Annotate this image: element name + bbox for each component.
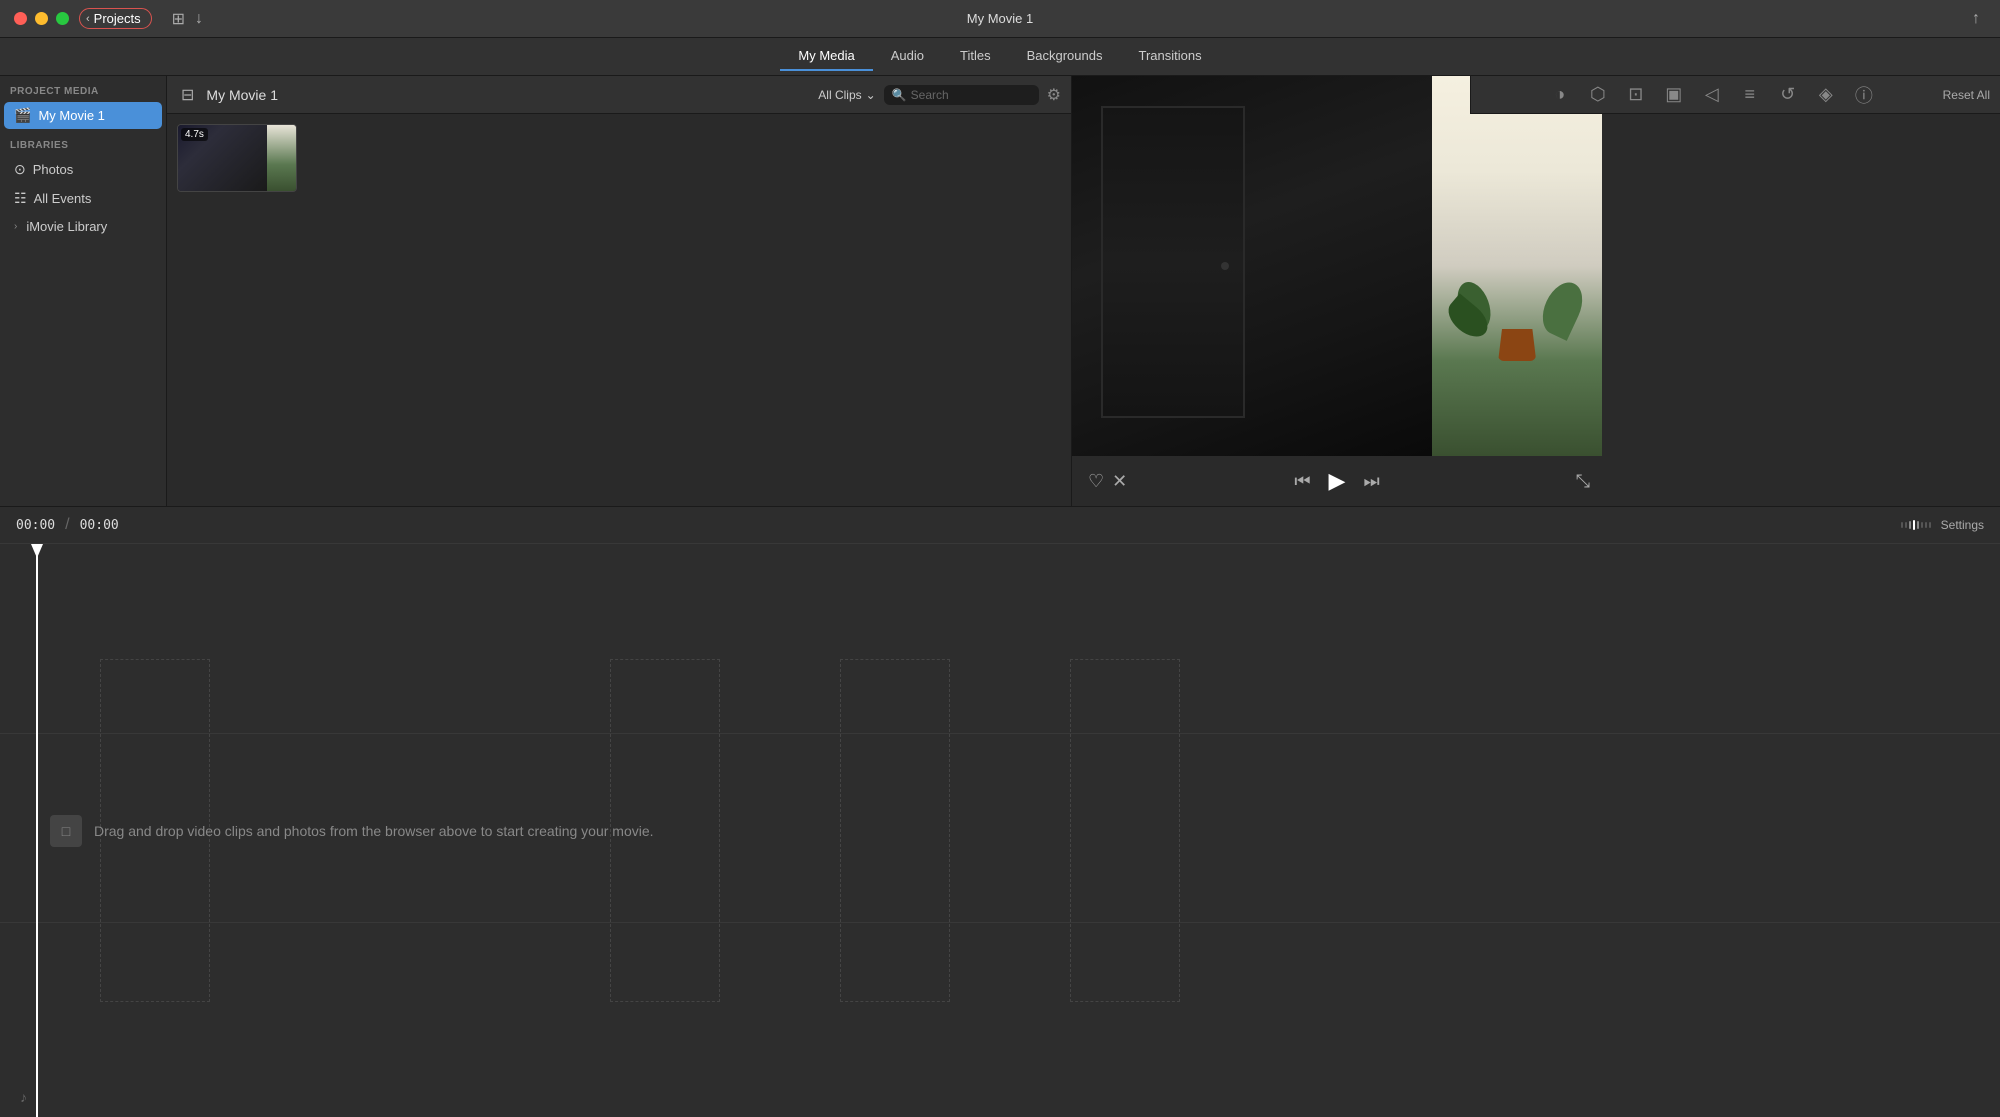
title-bar: ‹ Projects ⊞ ↓ My Movie 1 ↑ — [0, 0, 2000, 38]
sidebar-item-label: iMovie Library — [26, 219, 107, 234]
tab-audio[interactable]: Audio — [873, 42, 942, 71]
project-media-label: PROJECT MEDIA — [0, 76, 166, 101]
reset-all-button[interactable]: Reset All — [1943, 88, 1990, 102]
edit-tools-bar: ◑ ⬡ ⊡ ▣ ◁ ≡ ↺ ◈ ⓘ Reset All — [1470, 76, 2000, 114]
maximize-button[interactable] — [56, 12, 69, 25]
events-icon: ☷ — [14, 190, 27, 207]
scene-dark-left — [1072, 76, 1432, 456]
preview-panel: ♡ ✕ ⏮ ▶ ⏭ ⤡ — [1072, 76, 1602, 506]
equalizer-icon[interactable]: ≡ — [1738, 84, 1762, 105]
leaf-2 — [1535, 276, 1590, 341]
timecode-current: 00:00 — [16, 518, 55, 533]
favorite-icon[interactable]: ♡ — [1088, 471, 1104, 492]
fullscreen-icon[interactable]: ⤡ — [1576, 471, 1590, 492]
volume-icon[interactable]: ◁ — [1700, 84, 1724, 105]
sidebar-item-label: Photos — [33, 162, 73, 177]
timecode-separator: / — [65, 516, 69, 534]
playback-buttons: ⏮ ▶ ⏭ — [1294, 468, 1379, 494]
tab-transitions[interactable]: Transitions — [1120, 42, 1219, 71]
chevron-right-icon: › — [14, 221, 17, 232]
nav-bar: My Media Audio Titles Backgrounds Transi… — [0, 38, 2000, 76]
sidebar-item-my-movie[interactable]: 🎬 My Movie 1 — [4, 102, 162, 129]
sidebar-item-imovie-library[interactable]: › iMovie Library — [4, 214, 162, 239]
plant-pot — [1498, 329, 1536, 361]
layout-icon[interactable]: ⊞ — [172, 9, 185, 29]
scene-right — [1432, 76, 1602, 456]
drop-icon: □ — [50, 815, 82, 847]
photos-icon: ⊙ — [14, 161, 26, 178]
scene-background — [1072, 76, 1602, 456]
tab-my-media[interactable]: My Media — [780, 42, 872, 71]
door-knob — [1221, 262, 1229, 270]
window-controls — [0, 12, 69, 25]
window-title: My Movie 1 — [967, 11, 1033, 26]
color-balance-icon[interactable]: ◑ — [1548, 84, 1572, 105]
film-icon: 🎬 — [14, 107, 31, 124]
projects-button[interactable]: ‹ Projects — [79, 8, 152, 29]
skip-back-icon[interactable]: ⏮ — [1294, 471, 1310, 492]
sidebar-item-label: My Movie 1 — [38, 108, 104, 123]
timeline-playhead — [36, 544, 38, 1117]
upper-section: PROJECT MEDIA 🎬 My Movie 1 LIBRARIES ⊙ P… — [0, 76, 2000, 506]
audio-note-icon: ♪ — [20, 1089, 27, 1105]
speed-icon[interactable]: ↺ — [1776, 84, 1800, 105]
search-input[interactable] — [911, 88, 1031, 102]
playback-controls: ♡ ✕ ⏮ ▶ ⏭ ⤡ — [1072, 456, 1602, 506]
settings-gear-icon[interactable]: ⚙ — [1047, 85, 1061, 105]
sidebar-item-photos[interactable]: ⊙ Photos — [4, 156, 162, 183]
libraries-label: LIBRARIES — [0, 130, 166, 155]
browser-toolbar: ⊟ My Movie 1 All Clips ⌄ 🔍 ⚙ — [167, 76, 1071, 114]
title-bar-icons: ⊞ ↓ — [172, 9, 203, 29]
browser-title: My Movie 1 — [206, 87, 810, 103]
search-box: 🔍 — [884, 85, 1039, 105]
color-correction-icon[interactable]: ⬡ — [1586, 84, 1610, 105]
timeline-content: □ Drag and drop video clips and photos f… — [0, 544, 2000, 1117]
chevron-left-icon: ‹ — [86, 13, 90, 25]
info-icon[interactable]: ⓘ — [1852, 82, 1876, 108]
video-clip-1[interactable]: 4.7s — [177, 124, 297, 192]
tab-titles[interactable]: Titles — [942, 42, 1009, 71]
browser-content: 4.7s — [167, 114, 1071, 506]
crop-icon[interactable]: ⊡ — [1624, 84, 1648, 105]
preview-video — [1072, 76, 1602, 456]
zoom-slider[interactable] — [1901, 520, 1931, 530]
arrow-down-icon[interactable]: ↓ — [195, 10, 203, 28]
close-button[interactable] — [14, 12, 27, 25]
sidebar-item-all-events[interactable]: ☷ All Events — [4, 185, 162, 212]
plant — [1449, 171, 1585, 361]
settings-button[interactable]: Settings — [1941, 518, 1984, 532]
minimize-button[interactable] — [35, 12, 48, 25]
all-clips-select[interactable]: All Clips ⌄ — [818, 88, 875, 102]
chevron-down-icon: ⌄ — [866, 88, 876, 102]
sidebar: PROJECT MEDIA 🎬 My Movie 1 LIBRARIES ⊙ P… — [0, 76, 167, 506]
drop-hint-text: Drag and drop video clips and photos fro… — [94, 823, 654, 839]
thumb-frame-right — [267, 125, 297, 191]
search-icon: 🔍 — [892, 88, 907, 102]
timeline-header: 00:00 / 00:00 Settings — [0, 506, 2000, 544]
content-area: PROJECT MEDIA 🎬 My Movie 1 LIBRARIES ⊙ P… — [0, 76, 2000, 1117]
reject-icon[interactable]: ✕ — [1112, 471, 1127, 492]
timecode-total: 00:00 — [80, 518, 119, 533]
tab-backgrounds[interactable]: Backgrounds — [1009, 42, 1121, 71]
timeline-header-right: Settings — [1901, 518, 1984, 532]
sidebar-item-label: All Events — [34, 191, 92, 206]
drop-hint: □ Drag and drop video clips and photos f… — [50, 815, 1950, 847]
all-clips-label: All Clips — [818, 88, 861, 102]
lower-section: 00:00 / 00:00 Settings — [0, 506, 2000, 1117]
upload-icon[interactable]: ↑ — [1972, 10, 1980, 28]
play-button[interactable]: ▶ — [1329, 468, 1346, 494]
camera-icon[interactable]: ▣ — [1662, 84, 1686, 105]
panel-toggle-button[interactable]: ⊟ — [177, 83, 198, 107]
title-bar-right: ↑ — [1972, 10, 1980, 28]
scene-door — [1101, 106, 1245, 418]
skip-forward-icon[interactable]: ⏭ — [1363, 471, 1379, 492]
noise-icon[interactable]: ◈ — [1814, 84, 1838, 105]
duration-badge: 4.7s — [181, 128, 208, 141]
browser-panel: ⊟ My Movie 1 All Clips ⌄ 🔍 ⚙ — [167, 76, 1072, 506]
projects-label: Projects — [94, 11, 141, 26]
